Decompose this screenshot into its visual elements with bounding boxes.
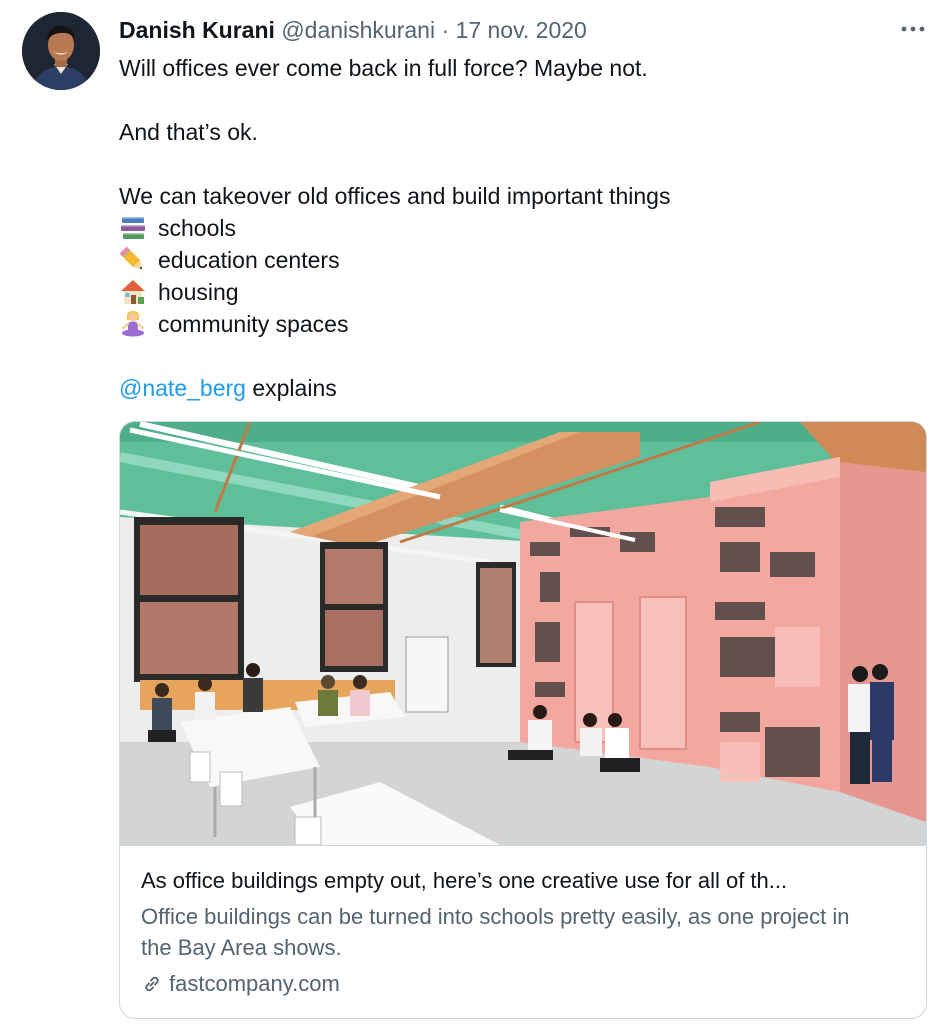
list-item-label: education centers [158, 247, 340, 273]
list-item-label: housing [158, 279, 239, 305]
tweet-line-1: Will offices ever come back in full forc… [119, 55, 648, 81]
house-emoji-icon [119, 278, 147, 306]
pencil-emoji-icon [119, 246, 147, 274]
tweet-line-mention: @nate_berg explains [119, 372, 919, 404]
card-title[interactable]: As office buildings empty out, here’s on… [141, 866, 911, 896]
more-options-icon[interactable] [900, 22, 926, 36]
list-item: community spaces [119, 308, 919, 340]
books-emoji-icon [119, 214, 147, 242]
list-item-label: schools [158, 215, 236, 241]
link-card[interactable]: As office buildings empty out, here’s on… [119, 421, 927, 1019]
tweet-date[interactable]: 17 nov. 2020 [456, 17, 587, 43]
tweet-line-3: We can takeover old offices and build im… [119, 183, 671, 209]
header-separator: · [441, 17, 450, 43]
mention-link[interactable]: @nate_berg [119, 375, 246, 401]
list-item-label: community spaces [158, 311, 349, 337]
link-icon [141, 973, 163, 995]
card-divider [120, 845, 926, 846]
avatar[interactable] [22, 12, 100, 90]
list-item: housing [119, 276, 919, 308]
card-domain-text: fastcompany.com [169, 971, 340, 996]
list-item: schools [119, 212, 919, 244]
person-lotus-emoji-icon [119, 310, 147, 338]
tweet-line-2: And that’s ok. [119, 119, 258, 145]
mention-suffix: explains [245, 375, 337, 401]
author-handle[interactable]: @danishkurani [281, 17, 435, 43]
author-display-name[interactable]: Danish Kurani [119, 17, 275, 43]
card-domain[interactable]: fastcompany.com [141, 969, 340, 999]
tweet-text: Will offices ever come back in full forc… [119, 52, 919, 404]
card-image[interactable] [120, 422, 926, 845]
card-description[interactable]: Office buildings can be turned into scho… [141, 901, 881, 963]
tweet-header: Danish Kurani @danishkurani · 17 nov. 20… [119, 15, 587, 45]
tweet: Danish Kurani @danishkurani · 17 nov. 20… [0, 0, 948, 1034]
list-item: education centers [119, 244, 919, 276]
avatar-image [22, 12, 100, 90]
classroom-photo [120, 422, 926, 845]
